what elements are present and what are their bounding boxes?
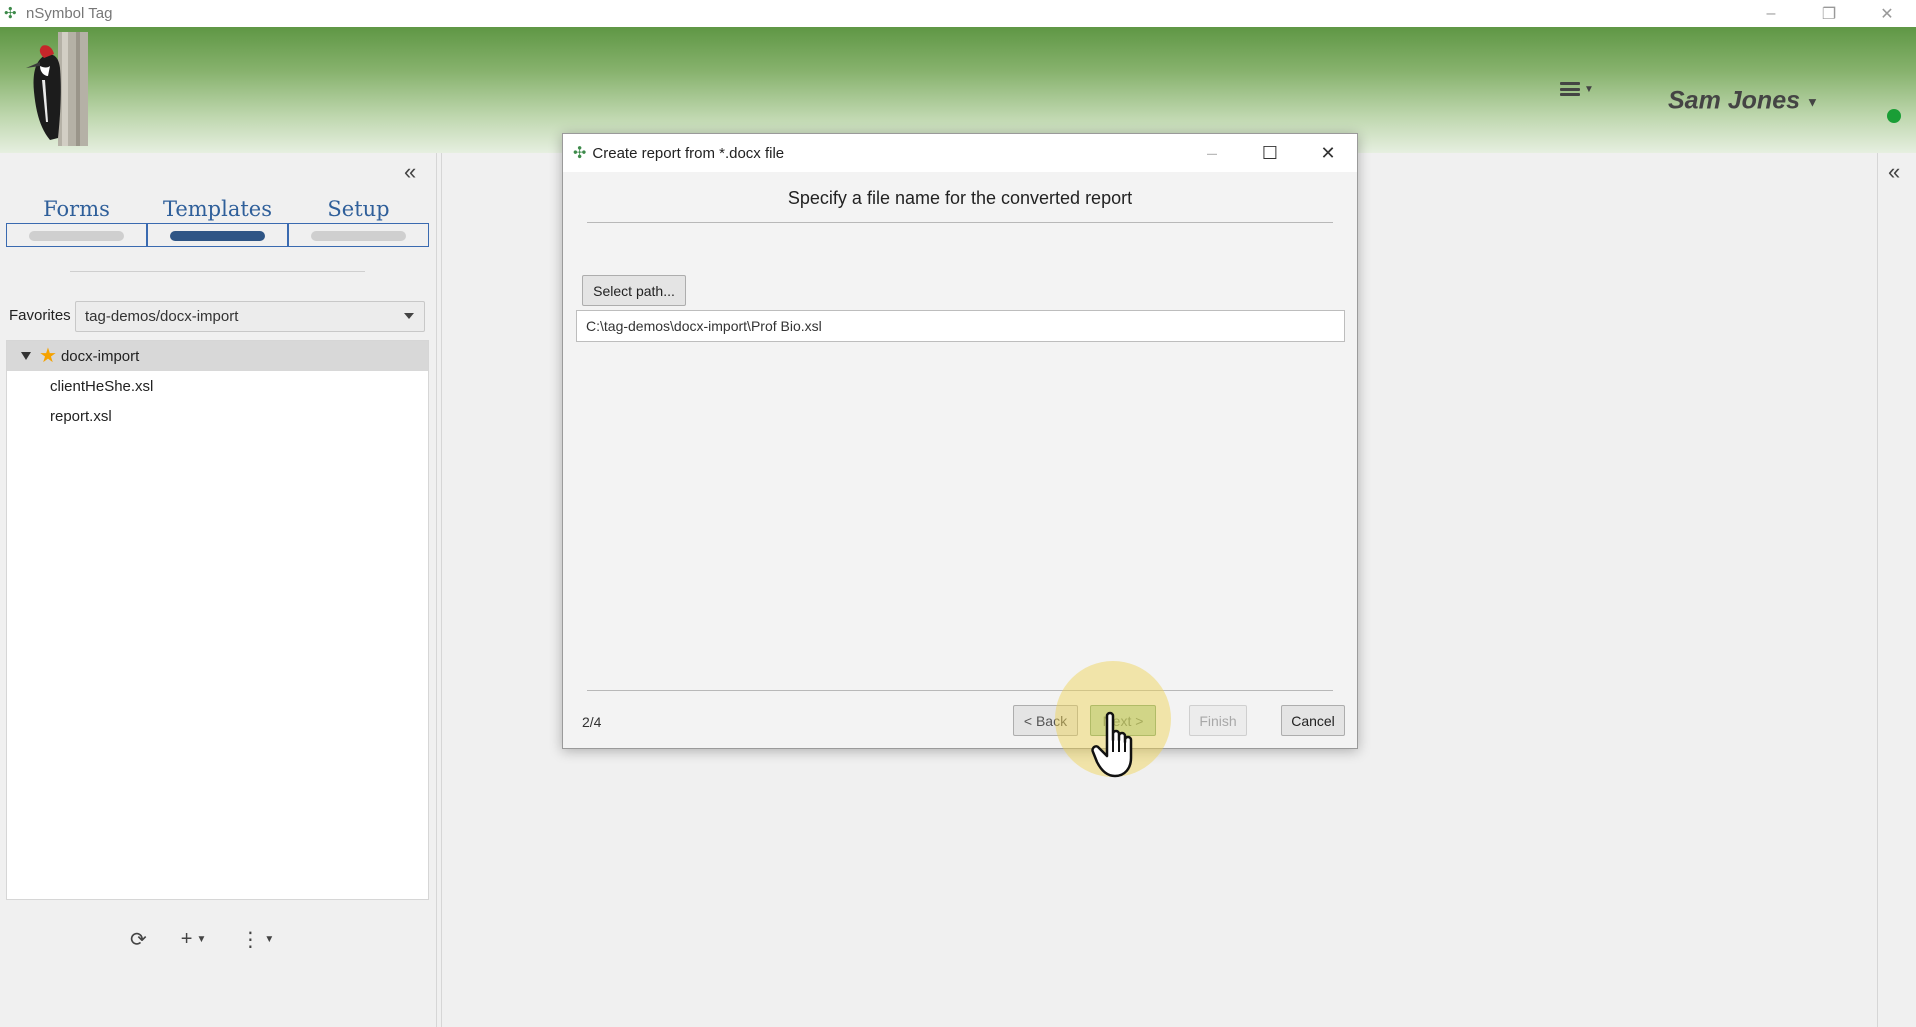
app-title-bar: ✣ nSymbol Tag – ❐ ✕ (0, 0, 1916, 27)
close-icon[interactable]: ✕ (1299, 134, 1357, 172)
maximize-icon[interactable]: ☐ (1241, 134, 1299, 172)
divider (70, 271, 365, 272)
nsymbol-app-icon: ✣ (573, 145, 587, 162)
tab-indicator (6, 223, 147, 247)
file-label: report.xsl (50, 407, 112, 425)
expand-right-panel-icon[interactable]: « (1888, 159, 1900, 185)
favorites-label: Favorites (9, 307, 71, 324)
main-menu-button[interactable]: ▼ (1560, 77, 1598, 101)
more-options-icon: ⋮ (240, 929, 261, 951)
refresh-icon[interactable]: ⟳ (130, 927, 147, 952)
close-icon[interactable]: ✕ (1858, 0, 1916, 27)
tab-label: Forms (43, 197, 110, 221)
favorites-dropdown[interactable]: tag-demos/docx-import (75, 301, 425, 332)
dialog-window-controls: – ☐ ✕ (1183, 134, 1357, 172)
app-title: nSymbol Tag (26, 5, 113, 22)
select-path-button[interactable]: Select path... (582, 275, 686, 306)
finish-button[interactable]: Finish (1189, 705, 1247, 736)
chevron-down-icon: ▼ (196, 934, 207, 945)
tab-label: Templates (162, 197, 273, 221)
divider (587, 222, 1333, 223)
chevron-down-icon: ▼ (1584, 83, 1594, 95)
minimize-icon[interactable]: – (1742, 0, 1800, 27)
user-name: Sam Jones (1668, 86, 1801, 115)
panel-toolbar: ⟳ + ▼ ⋮ ▼ (130, 927, 274, 952)
folder-label: docx-import (60, 347, 140, 365)
file-path-input[interactable]: C:\tag-demos\docx-import\Prof Bio.xsl (576, 310, 1345, 342)
add-menu-button[interactable]: + ▼ (181, 928, 207, 951)
hamburger-menu-icon (1560, 82, 1580, 96)
favorite-star-icon: ★ (39, 345, 57, 367)
expand-toggle-icon[interactable] (21, 352, 31, 360)
create-report-dialog: ✣ Create report from *.docx file – ☐ ✕ S… (562, 133, 1358, 749)
right-panel-collapsed: « (1877, 153, 1916, 1027)
hand-pointer-icon (1091, 711, 1133, 778)
window-controls: – ❐ ✕ (1742, 0, 1916, 27)
connection-status-dot (1887, 109, 1901, 123)
woodpecker-logo (26, 32, 88, 146)
tree-file-row[interactable]: clientHeShe.xsl (7, 371, 428, 401)
left-panel: « Forms Templates Setup Favorites tag-de… (0, 153, 437, 1027)
dialog-heading: Specify a file name for the converted re… (787, 188, 1133, 208)
tree-file-row[interactable]: report.xsl (7, 401, 428, 431)
more-options-button[interactable]: ⋮ ▼ (240, 927, 274, 952)
template-tree: ★ docx-import clientHeShe.xsl report.xsl (6, 340, 429, 900)
nsymbol-app-icon: ✣ (4, 4, 17, 22)
file-label: clientHeShe.xsl (50, 377, 154, 395)
chevron-down-icon: ▼ (1806, 94, 1819, 110)
add-icon: + (180, 928, 193, 950)
tab-indicator (288, 223, 429, 247)
divider (587, 690, 1333, 691)
dialog-title: Create report from *.docx file (592, 144, 785, 162)
tab-forms[interactable]: Forms (6, 197, 147, 247)
chevron-down-icon: ▼ (264, 934, 275, 945)
tab-indicator (147, 223, 288, 247)
minimize-icon[interactable]: – (1183, 134, 1241, 172)
collapse-left-panel-icon[interactable]: « (404, 159, 416, 185)
cancel-button[interactable]: Cancel (1281, 705, 1345, 736)
tab-label: Setup (327, 197, 390, 221)
user-menu[interactable]: Sam Jones ▼ (1668, 87, 1819, 116)
step-indicator: 2/4 (582, 714, 602, 730)
favorites-selected-value: tag-demos/docx-import (85, 308, 239, 325)
dropdown-arrow-icon (404, 313, 414, 319)
panel-tabs: Forms Templates Setup (6, 197, 429, 247)
dialog-title-bar: ✣ Create report from *.docx file – ☐ ✕ (563, 134, 1357, 172)
restore-icon[interactable]: ❐ (1800, 0, 1858, 27)
tree-folder-row[interactable]: ★ docx-import (7, 341, 428, 371)
tab-setup[interactable]: Setup (288, 197, 429, 247)
tab-templates[interactable]: Templates (147, 197, 288, 247)
